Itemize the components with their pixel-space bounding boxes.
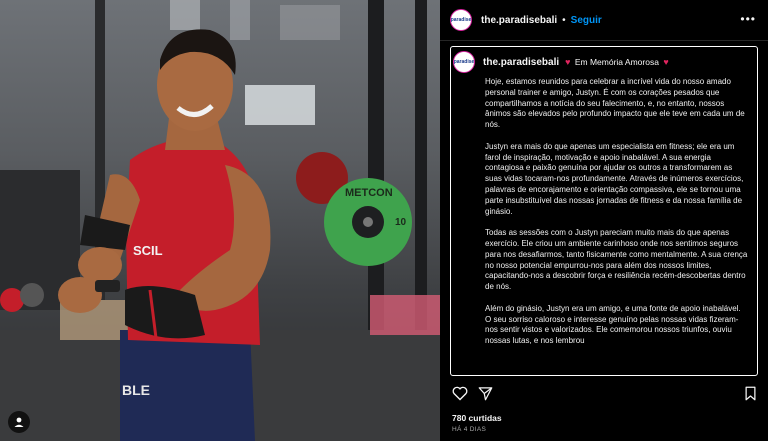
caption-title-wrap: ♥ Em Memória Amorosa ♥ — [563, 57, 671, 67]
caption: paradise the.paradisebali ♥ Em Memória A… — [450, 46, 758, 376]
more-options-icon[interactable]: ••• — [740, 12, 756, 26]
caption-header: paradise the.paradisebali ♥ Em Memória A… — [451, 47, 757, 73]
post-date: HÁ 4 DIAS — [452, 426, 487, 433]
caption-paragraph: Justyn era mais do que apenas um especia… — [485, 141, 744, 216]
share-icon[interactable] — [478, 386, 493, 401]
plate-weight-text: 10 — [395, 217, 407, 228]
shirt-text: SCIL — [133, 243, 163, 258]
avatar-logo: paradise — [451, 12, 471, 28]
user-tag-button[interactable] — [8, 411, 30, 433]
separator-dot: • — [562, 14, 566, 26]
user-tag-icon — [14, 417, 24, 427]
heart-emoji-icon: ♥ — [663, 57, 669, 67]
caption-paragraph: Além do ginásio, Justyn era um amigo, e … — [485, 303, 741, 346]
caption-avatar[interactable]: paradise — [453, 51, 475, 73]
avatar[interactable]: paradise — [450, 9, 472, 31]
likes-count[interactable]: 780 curtidas — [452, 413, 502, 423]
bookmark-icon[interactable] — [744, 386, 757, 401]
heart-emoji-icon: ♥ — [565, 57, 571, 67]
action-bar — [440, 382, 768, 404]
caption-text: Hoje, estamos reunidos para celebrar a i… — [451, 73, 757, 347]
plate-brand-text: METCON — [345, 187, 393, 199]
post-header: paradise the.paradisebali • Seguir ••• — [440, 0, 768, 41]
caption-avatar-logo: paradise — [454, 54, 474, 70]
gym-photo-illustration: METCON 10 BLE SCIL — [0, 0, 440, 441]
heart-icon[interactable] — [452, 386, 468, 401]
caption-title: Em Memória Amorosa — [574, 57, 659, 67]
follow-button[interactable]: Seguir — [571, 15, 602, 26]
caption-paragraph: Todas as sessões com o Justyn pareciam m… — [485, 228, 748, 292]
caption-paragraph: Hoje, estamos reunidos para celebrar a i… — [485, 77, 745, 130]
caption-username[interactable]: the.paradisebali — [483, 57, 559, 68]
username-link[interactable]: the.paradisebali — [481, 15, 557, 26]
post-side-panel: paradise the.paradisebali • Seguir ••• p… — [440, 0, 768, 441]
shorts-text: BLE — [122, 382, 150, 398]
post-photo[interactable]: METCON 10 BLE SCIL — [0, 0, 440, 441]
